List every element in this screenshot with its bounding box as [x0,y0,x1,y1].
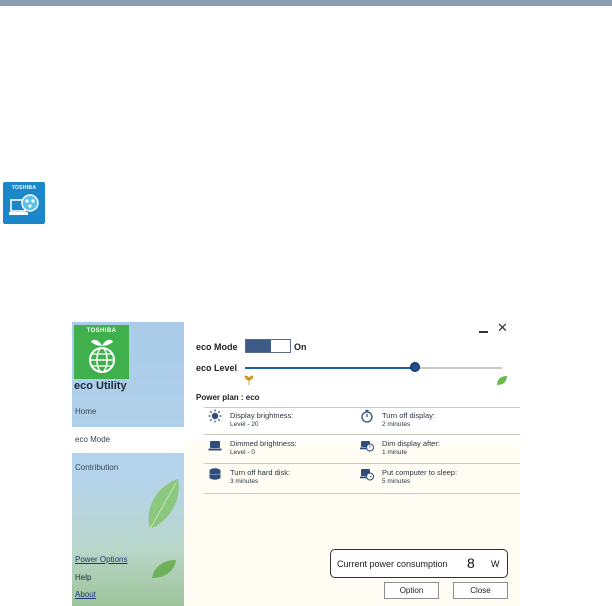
sleep-computer-icon [360,469,374,481]
timer-icon [361,409,373,423]
turn-off-display-title: Turn off display: [382,411,435,420]
settings-divider-bottom [204,493,520,494]
put-computer-to-sleep-title: Put computer to sleep: [382,468,458,477]
close-window-button[interactable]: ✕ [497,322,508,335]
settings-divider-1 [204,434,520,435]
laptop-icon [208,441,222,451]
dimmed-brightness-value: Level - 0 [230,449,255,456]
close-button[interactable]: Close [453,582,508,599]
dim-display-after-value: 1 minute [382,449,407,456]
low-eco-bud-icon [244,375,254,385]
display-brightness-title: Display brightness: [230,411,294,420]
turn-off-display-value: 2 minutes [382,421,411,428]
eco-level-slider-fill [245,367,415,369]
globe-leaf-icon [89,339,115,373]
about-link[interactable]: About [75,590,96,599]
dimmed-brightness-title: Dimmed brightness: [230,439,297,448]
eco-utility-window: TOSHIBA eco Utility Home eco Mode Contri… [72,322,520,606]
leaf-small-icon [152,560,176,578]
brightness-icon [208,409,222,423]
eco-level-slider-thumb[interactable] [409,362,420,372]
option-button[interactable]: Option [384,582,439,599]
power-consumption-value: 8 [467,555,475,571]
eco-mode-state: On [294,342,307,352]
eco-mode-label: eco Mode [196,342,238,352]
app-logo: TOSHIBA [74,325,129,379]
top-bar [0,0,612,6]
main-panel: ✕ eco Mode On eco Level Power plan : eco [184,322,520,606]
logo-brand: TOSHIBA [86,328,117,334]
settings-divider-2 [204,463,520,464]
eco-mode-toggle[interactable] [245,339,291,353]
eco-level-slider-track[interactable] [245,367,502,369]
turn-off-hard-disk-title: Turn off hard disk: [230,468,291,477]
minimize-button[interactable] [477,322,491,336]
nav-home[interactable]: Home [72,399,184,425]
display-brightness-value: Level - 20 [230,421,259,428]
nav-eco-mode[interactable]: eco Mode [72,427,184,453]
help-link[interactable]: Help [75,573,91,582]
sidebar: TOSHIBA eco Utility Home eco Mode Contri… [72,322,184,606]
power-consumption-box: Current power consumption 8 W [330,549,508,578]
power-options-link[interactable]: Power Options [75,555,127,564]
turn-off-hard-disk-value: 3 minutes [230,478,259,485]
shortcut-brand: TOSHIBA [11,185,37,191]
dim-display-after-title: Dim display after: [382,439,440,448]
high-eco-leaf-icon [497,376,507,385]
toggle-knob [246,340,271,352]
power-plan: Power plan : eco [196,393,260,402]
hard-disk-icon [209,468,221,480]
power-consumption-unit: W [491,559,500,569]
eco-level-label: eco Level [196,363,238,373]
eco-utility-shortcut-icon[interactable]: TOSHIBA [3,182,45,224]
laptop-clock-icon [360,441,374,452]
app-title: eco Utility [74,380,127,392]
power-consumption-label: Current power consumption [337,559,448,569]
leaf-decoration-icon [148,479,179,530]
laptop-globe-icon [9,194,39,215]
settings-divider-top [204,407,520,408]
put-computer-to-sleep-value: 5 minutes [382,478,411,485]
